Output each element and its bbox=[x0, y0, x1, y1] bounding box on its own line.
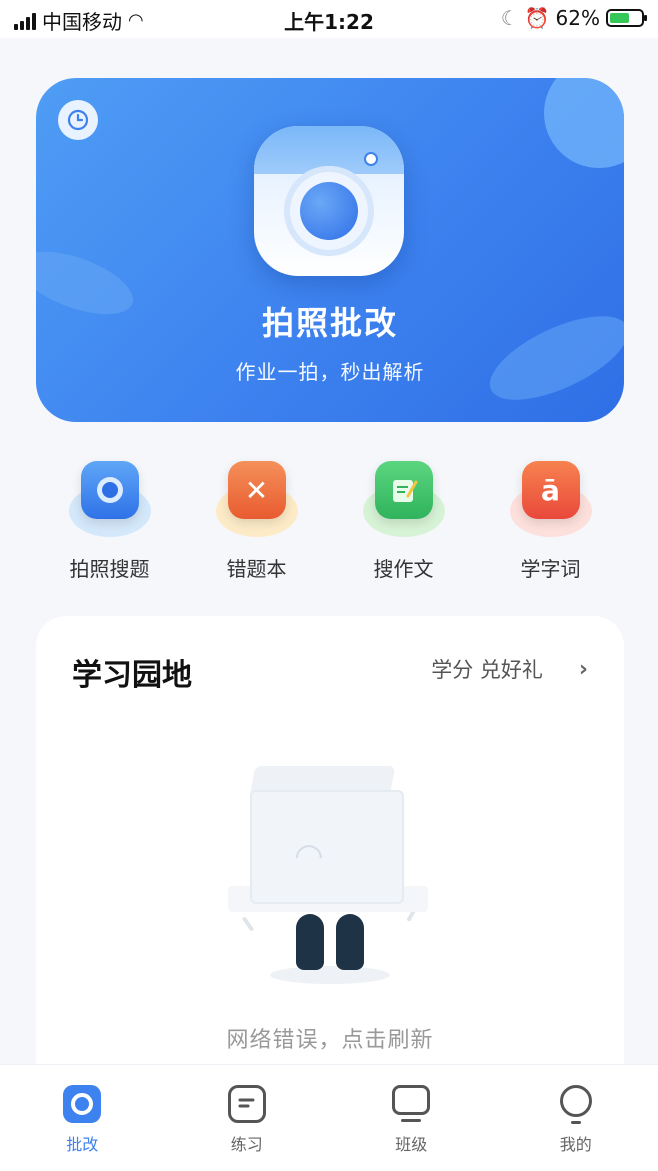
tab-label: 班级 bbox=[329, 1131, 494, 1155]
camera-icon bbox=[254, 126, 404, 276]
profile-tab-icon bbox=[560, 1085, 592, 1117]
status-right: ☾ ⏰ 62% bbox=[501, 6, 644, 30]
tab-label: 批改 bbox=[0, 1131, 165, 1155]
chevron-right-icon: › bbox=[579, 657, 588, 682]
camera-tab-icon bbox=[63, 1085, 101, 1123]
bottom-tabbar: 批改 练习 班级 我的 bbox=[0, 1064, 658, 1171]
feature-label: 学字词 bbox=[477, 553, 624, 582]
decor-planet bbox=[544, 78, 624, 168]
network-error-text[interactable]: 网络错误，点击刷新 bbox=[36, 1022, 624, 1054]
tab-correct[interactable]: 批改 bbox=[0, 1065, 165, 1171]
hero-subtitle: 作业一拍，秒出解析 bbox=[36, 356, 624, 385]
feature-search-essay[interactable]: 搜作文 bbox=[330, 455, 477, 585]
feature-photo-search[interactable]: 拍照搜题 bbox=[36, 455, 183, 585]
class-tab-icon bbox=[392, 1085, 430, 1115]
tab-mine[interactable]: 我的 bbox=[494, 1065, 658, 1171]
status-bar: 中国移动 ◠ 上午1:22 ☾ ⏰ 62% bbox=[0, 0, 658, 38]
moon-icon: ☾ bbox=[501, 6, 519, 30]
wifi-error-icon: ◠ bbox=[294, 836, 324, 876]
study-garden-card: 学习园地 学分 兑好礼 › ◠ 网络错误，点击刷新 bbox=[36, 616, 624, 1096]
photo-correct-card[interactable]: 拍照批改 作业一拍，秒出解析 bbox=[36, 78, 624, 422]
feature-label: 搜作文 bbox=[330, 553, 477, 582]
credits-redeem-label: 学分 兑好礼 bbox=[431, 654, 543, 684]
practice-tab-icon bbox=[228, 1085, 266, 1123]
tab-label: 我的 bbox=[494, 1131, 658, 1155]
tab-label: 练习 bbox=[165, 1131, 330, 1155]
battery-icon bbox=[606, 9, 644, 27]
essay-icon bbox=[375, 461, 433, 519]
feature-learn-words[interactable]: ā 学字词 bbox=[477, 455, 624, 585]
card-title: 学习园地 bbox=[72, 650, 192, 694]
network-error-area[interactable]: ◠ 网络错误，点击刷新 bbox=[36, 766, 624, 1054]
tab-class[interactable]: 班级 bbox=[329, 1065, 494, 1171]
feature-grid: 拍照搜题 ✕ 错题本 搜作文 ā 学字词 bbox=[36, 455, 624, 585]
word-icon: ā bbox=[522, 461, 580, 519]
tab-practice[interactable]: 练习 bbox=[165, 1065, 330, 1171]
camera-icon bbox=[81, 461, 139, 519]
feature-label: 拍照搜题 bbox=[36, 553, 183, 582]
clock-icon[interactable] bbox=[58, 100, 98, 140]
hero-title: 拍照批改 bbox=[36, 298, 624, 344]
wrong-book-icon: ✕ bbox=[228, 461, 286, 519]
alarm-icon: ⏰ bbox=[525, 6, 550, 30]
battery-fill bbox=[610, 13, 629, 23]
credits-redeem-link[interactable]: 学分 兑好礼 › bbox=[431, 654, 588, 684]
feature-wrong-book[interactable]: ✕ 错题本 bbox=[183, 455, 330, 585]
feature-label: 错题本 bbox=[183, 553, 330, 582]
battery-percent: 62% bbox=[556, 6, 600, 30]
network-error-illustration: ◠ bbox=[230, 766, 430, 996]
